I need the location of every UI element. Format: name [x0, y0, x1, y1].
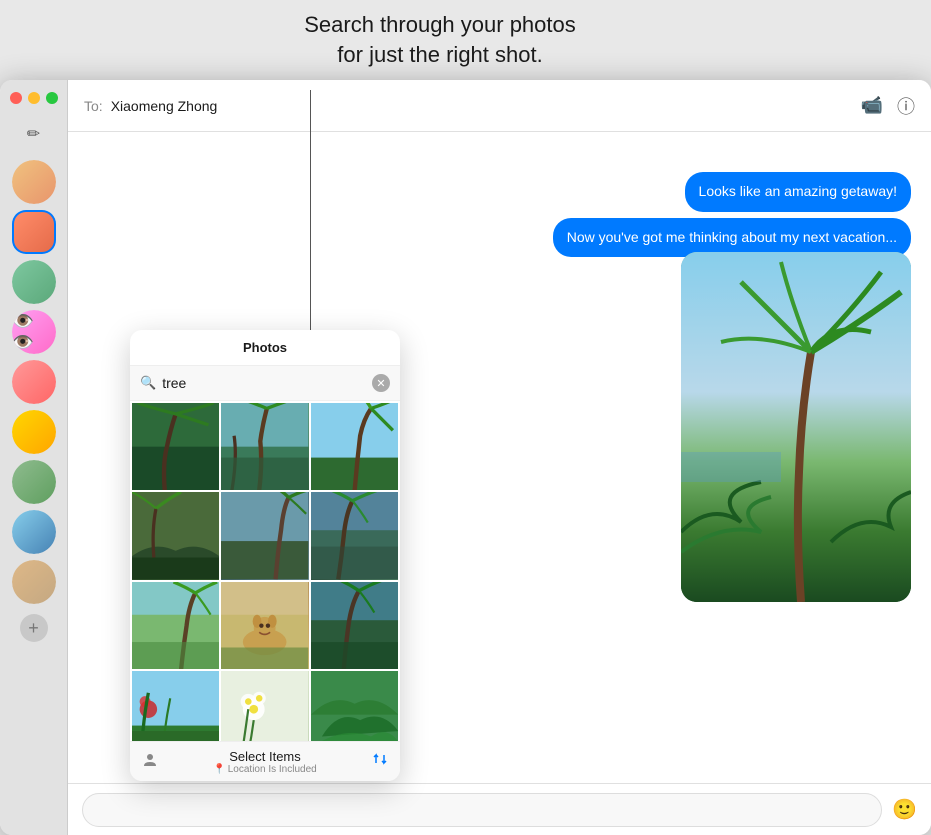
photos-panel: Photos 🔍 ✕ — [130, 330, 400, 781]
sort-button[interactable] — [372, 751, 388, 772]
avatar-image-7 — [12, 510, 56, 554]
compose-icon: ✏ — [27, 124, 40, 144]
avatar-image-1 — [12, 160, 56, 204]
photo-thumb-6[interactable] — [311, 492, 398, 579]
sidebar-item-avatar-8[interactable] — [12, 560, 56, 604]
footer-person-icon — [142, 752, 158, 771]
location-icon: 📍 — [213, 764, 225, 775]
location-label: 📍 Location Is Included — [213, 764, 316, 775]
avatar-image-selected — [14, 212, 54, 252]
minimize-button[interactable] — [28, 92, 40, 104]
sidebar-item-avatar-6[interactable] — [12, 460, 56, 504]
photo-thumb-12[interactable] — [311, 671, 398, 741]
sidebar-item-avatar-7[interactable] — [12, 510, 56, 554]
photo-preview-image — [681, 252, 911, 602]
avatar-image-6 — [12, 460, 56, 504]
title-bar-left: To: Xiaomeng Zhong — [84, 98, 217, 114]
photo-thumb-2[interactable] — [221, 403, 308, 490]
sidebar-item-avatar-5[interactable] — [12, 410, 56, 454]
photos-panel-footer: Select Items 📍 Location Is Included — [130, 741, 400, 781]
add-icon: + — [28, 618, 39, 639]
photo-thumb-1[interactable] — [132, 403, 219, 490]
avatar-image-4 — [12, 360, 56, 404]
select-items-label: Select Items — [229, 749, 301, 764]
sidebar: ✏ 👁️👁️ — [0, 80, 68, 835]
photo-thumb-3[interactable] — [311, 403, 398, 490]
photo-thumb-5[interactable] — [221, 492, 308, 579]
input-area: 🙂 — [68, 783, 931, 835]
sidebar-item-avatar-2[interactable] — [12, 260, 56, 304]
photo-thumb-4[interactable] — [132, 492, 219, 579]
photo-thumb-8[interactable] — [221, 582, 308, 669]
to-label: To: — [84, 98, 103, 114]
photo-message-preview[interactable] — [681, 252, 911, 602]
emoji-button[interactable]: 🙂 — [892, 797, 917, 822]
message-bubble-1: Looks like an amazing getaway! — [685, 172, 911, 212]
photos-search-bar: 🔍 ✕ — [130, 366, 400, 401]
avatar-image-5 — [12, 410, 56, 454]
add-conversation-button[interactable]: + — [20, 614, 48, 642]
close-button[interactable] — [10, 92, 22, 104]
tooltip: Search through your photos for just the … — [260, 10, 620, 69]
sidebar-item-avatar-selected[interactable] — [12, 210, 56, 254]
contact-name: Xiaomeng Zhong — [111, 98, 218, 114]
title-bar-right: 📹 ⓘ — [861, 93, 915, 119]
photo-thumb-9[interactable] — [311, 582, 398, 669]
photos-panel-header: Photos — [130, 330, 400, 366]
compose-button[interactable]: ✏ — [19, 120, 49, 148]
palm-tree-svg — [681, 252, 911, 602]
sidebar-item-avatar-1[interactable] — [12, 160, 56, 204]
photo-thumb-7[interactable] — [132, 582, 219, 669]
search-icon: 🔍 — [140, 375, 156, 391]
footer-center: Select Items 📍 Location Is Included — [213, 749, 316, 775]
maximize-button[interactable] — [46, 92, 58, 104]
message-input[interactable] — [82, 793, 882, 827]
avatar-image-2 — [12, 260, 56, 304]
video-call-icon[interactable]: 📹 — [861, 95, 883, 116]
avatar-image-8 — [12, 560, 56, 604]
photo-thumb-10[interactable] — [132, 671, 219, 741]
sidebar-item-avatar-3[interactable]: 👁️👁️ — [12, 310, 56, 354]
photos-grid — [130, 401, 400, 741]
sidebar-item-avatar-4[interactable] — [12, 360, 56, 404]
photo-thumb-11[interactable] — [221, 671, 308, 741]
tooltip-line — [310, 90, 311, 350]
traffic-lights — [0, 92, 68, 104]
info-icon[interactable]: ⓘ — [897, 93, 915, 119]
avatar-image-3: 👁️👁️ — [12, 310, 56, 354]
title-bar: To: Xiaomeng Zhong 📹 ⓘ — [68, 80, 931, 132]
photos-search-input[interactable] — [162, 375, 366, 391]
search-clear-button[interactable]: ✕ — [372, 374, 390, 392]
